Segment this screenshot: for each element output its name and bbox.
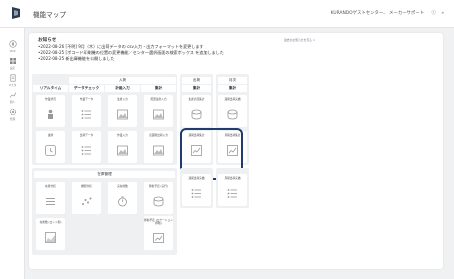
database-icon xyxy=(191,109,202,120)
card-inventory-analysis[interactable]: 在庫分析 xyxy=(36,182,65,214)
image-icon xyxy=(117,109,128,120)
card-work-input[interactable]: 作業入力 xyxy=(108,131,137,163)
card-store-shipment-input[interactable]: 店舗別出荷入力 xyxy=(144,131,173,163)
card-work-status[interactable]: 作業状況 xyxy=(36,95,65,127)
document-icon xyxy=(9,74,16,82)
section-header-nyuka: 入荷 xyxy=(69,77,176,84)
card-label: 移動予定 (実行) xyxy=(148,184,169,188)
sidebar-item-map[interactable]: MAP xyxy=(0,40,25,53)
function-map-panel: お知らせ 過去のお知らせを見る > 2022-08-26 [不明] 9月（木）に… xyxy=(29,33,443,269)
card-label: 生産計画集計 xyxy=(188,97,205,101)
image-icon xyxy=(153,145,164,156)
card-label: 週報出荷実績 xyxy=(188,176,205,180)
card-label: 出荷データ xyxy=(79,133,94,137)
sidebar: MAP 設定 マスタ 個人 管理 xyxy=(0,28,25,279)
expand-icon[interactable]: » xyxy=(441,11,444,16)
card-production-plan-summary[interactable]: 生産計画集計 xyxy=(182,95,211,127)
card-production-input[interactable]: 生産入力 xyxy=(108,95,137,127)
sidebar-item-label: MAP xyxy=(9,49,16,53)
card-label: 生産入力 xyxy=(117,97,128,101)
help-icon[interactable]: ⓘ xyxy=(432,11,436,16)
card-lot-stock[interactable]: 在庫数 (ロット別) xyxy=(36,218,65,250)
sidebar-item-label: 設定 xyxy=(9,66,16,70)
worker-icon xyxy=(48,109,53,119)
card-label: 棚卸分析 xyxy=(81,184,92,188)
card-label: 在庫分析 xyxy=(45,184,56,188)
card-shipment-data[interactable]: 出荷データ xyxy=(72,131,101,163)
subheader-aggregate: 集計 xyxy=(141,85,176,92)
subheader-aggregate: 集計 xyxy=(182,85,211,92)
card-label: 移動予定 (ロケーション移動) xyxy=(144,218,173,225)
list-icon xyxy=(191,189,201,198)
user-center-label[interactable]: KURANDOゲストセンター、 メーカーサポート xyxy=(331,11,425,16)
sidebar-item-label: マスタ xyxy=(8,83,17,87)
card-work-data[interactable]: 作業データ xyxy=(72,95,101,127)
section-header-shukka: 出荷 xyxy=(182,77,211,84)
subheader-plan-input: 計画入力 xyxy=(105,85,140,92)
database-icon xyxy=(227,109,238,120)
card-label: 配置生産入力 xyxy=(150,97,167,101)
subheader-aggregate: 集計 xyxy=(218,85,247,92)
card-label: 週報出荷実績 xyxy=(224,97,241,101)
subheader-data-check: データチェック xyxy=(69,85,104,92)
image-icon xyxy=(117,145,128,156)
app-logo-icon[interactable] xyxy=(9,6,23,20)
notice-list: 2022-08-26 [不明] 9月（木）に出荷データの csv入力・出力フォー… xyxy=(38,44,224,63)
list-item: 2022-08-25 新出庫機能を公開しました xyxy=(38,56,224,62)
card-stocktake-analysis[interactable]: 棚卸分析 xyxy=(72,182,101,214)
card-label: 進捗 xyxy=(47,133,54,137)
scatter-icon xyxy=(82,197,92,205)
menu-lines-icon xyxy=(46,198,55,205)
sidebar-item-admin[interactable]: 管理 xyxy=(0,108,25,121)
list-icon xyxy=(227,189,237,198)
database-icon xyxy=(153,196,164,207)
list-icon xyxy=(81,146,91,155)
card-label: 月報出荷実績 xyxy=(224,176,241,180)
page-title: 機能マップ xyxy=(33,11,66,19)
card-monthly-shipment-results[interactable]: 月報出荷実績 xyxy=(218,174,247,206)
sidebar-item-label: 管理 xyxy=(9,117,16,121)
timer-icon xyxy=(118,196,127,207)
card-weekly-shipment-results[interactable]: 週報出荷実績 xyxy=(218,95,247,127)
list-icon xyxy=(81,110,91,119)
card-label: 在庫数 (ロット別) xyxy=(39,220,62,224)
grid-icon xyxy=(9,58,16,64)
card-weekly-shipment-results-2[interactable]: 週報出荷実績 xyxy=(182,174,211,206)
card-label: 作業状況 xyxy=(45,97,56,101)
card-layout-production-input[interactable]: 配置生産入力 xyxy=(144,95,173,127)
subheader-realtime: リアルタイム xyxy=(33,85,68,92)
card-label: 店舗別出荷入力 xyxy=(149,133,168,137)
card-actual-stock[interactable]: 実在庫数 xyxy=(108,182,137,214)
section-header-tsuki: 月次 xyxy=(218,77,247,84)
clock-icon xyxy=(45,145,56,156)
compass-icon xyxy=(8,40,17,48)
chart-icon xyxy=(9,92,16,98)
image-icon xyxy=(153,109,164,120)
sidebar-item-settings[interactable]: 設定 xyxy=(0,57,25,70)
card-label: 作業入力 xyxy=(117,133,128,137)
gear-icon xyxy=(9,108,16,116)
sidebar-item-personal[interactable]: 個人 xyxy=(0,91,25,104)
card-label: 作業データ xyxy=(79,97,94,101)
calendar-chart-icon xyxy=(153,233,164,243)
card-location-move[interactable]: 移動予定 (ロケーション移動) xyxy=(144,216,173,250)
card-progress[interactable]: 進捗 xyxy=(36,131,65,163)
area-chart-icon xyxy=(45,232,56,243)
sidebar-item-master[interactable]: マスタ xyxy=(0,74,25,87)
section-header-zaiko: 在庫管理 xyxy=(34,171,175,178)
past-notices-link[interactable]: 過去のお知らせを見る > xyxy=(284,38,315,42)
card-label: 実在庫数 xyxy=(117,184,128,188)
sidebar-item-label: 個人 xyxy=(9,100,16,104)
card-movement-schedule[interactable]: 移動予定 (実行) xyxy=(144,182,173,214)
notice-title: お知らせ xyxy=(38,38,57,43)
top-bar: 機能マップ KURANDOゲストセンター、 メーカーサポート ⓘ » xyxy=(0,0,454,28)
